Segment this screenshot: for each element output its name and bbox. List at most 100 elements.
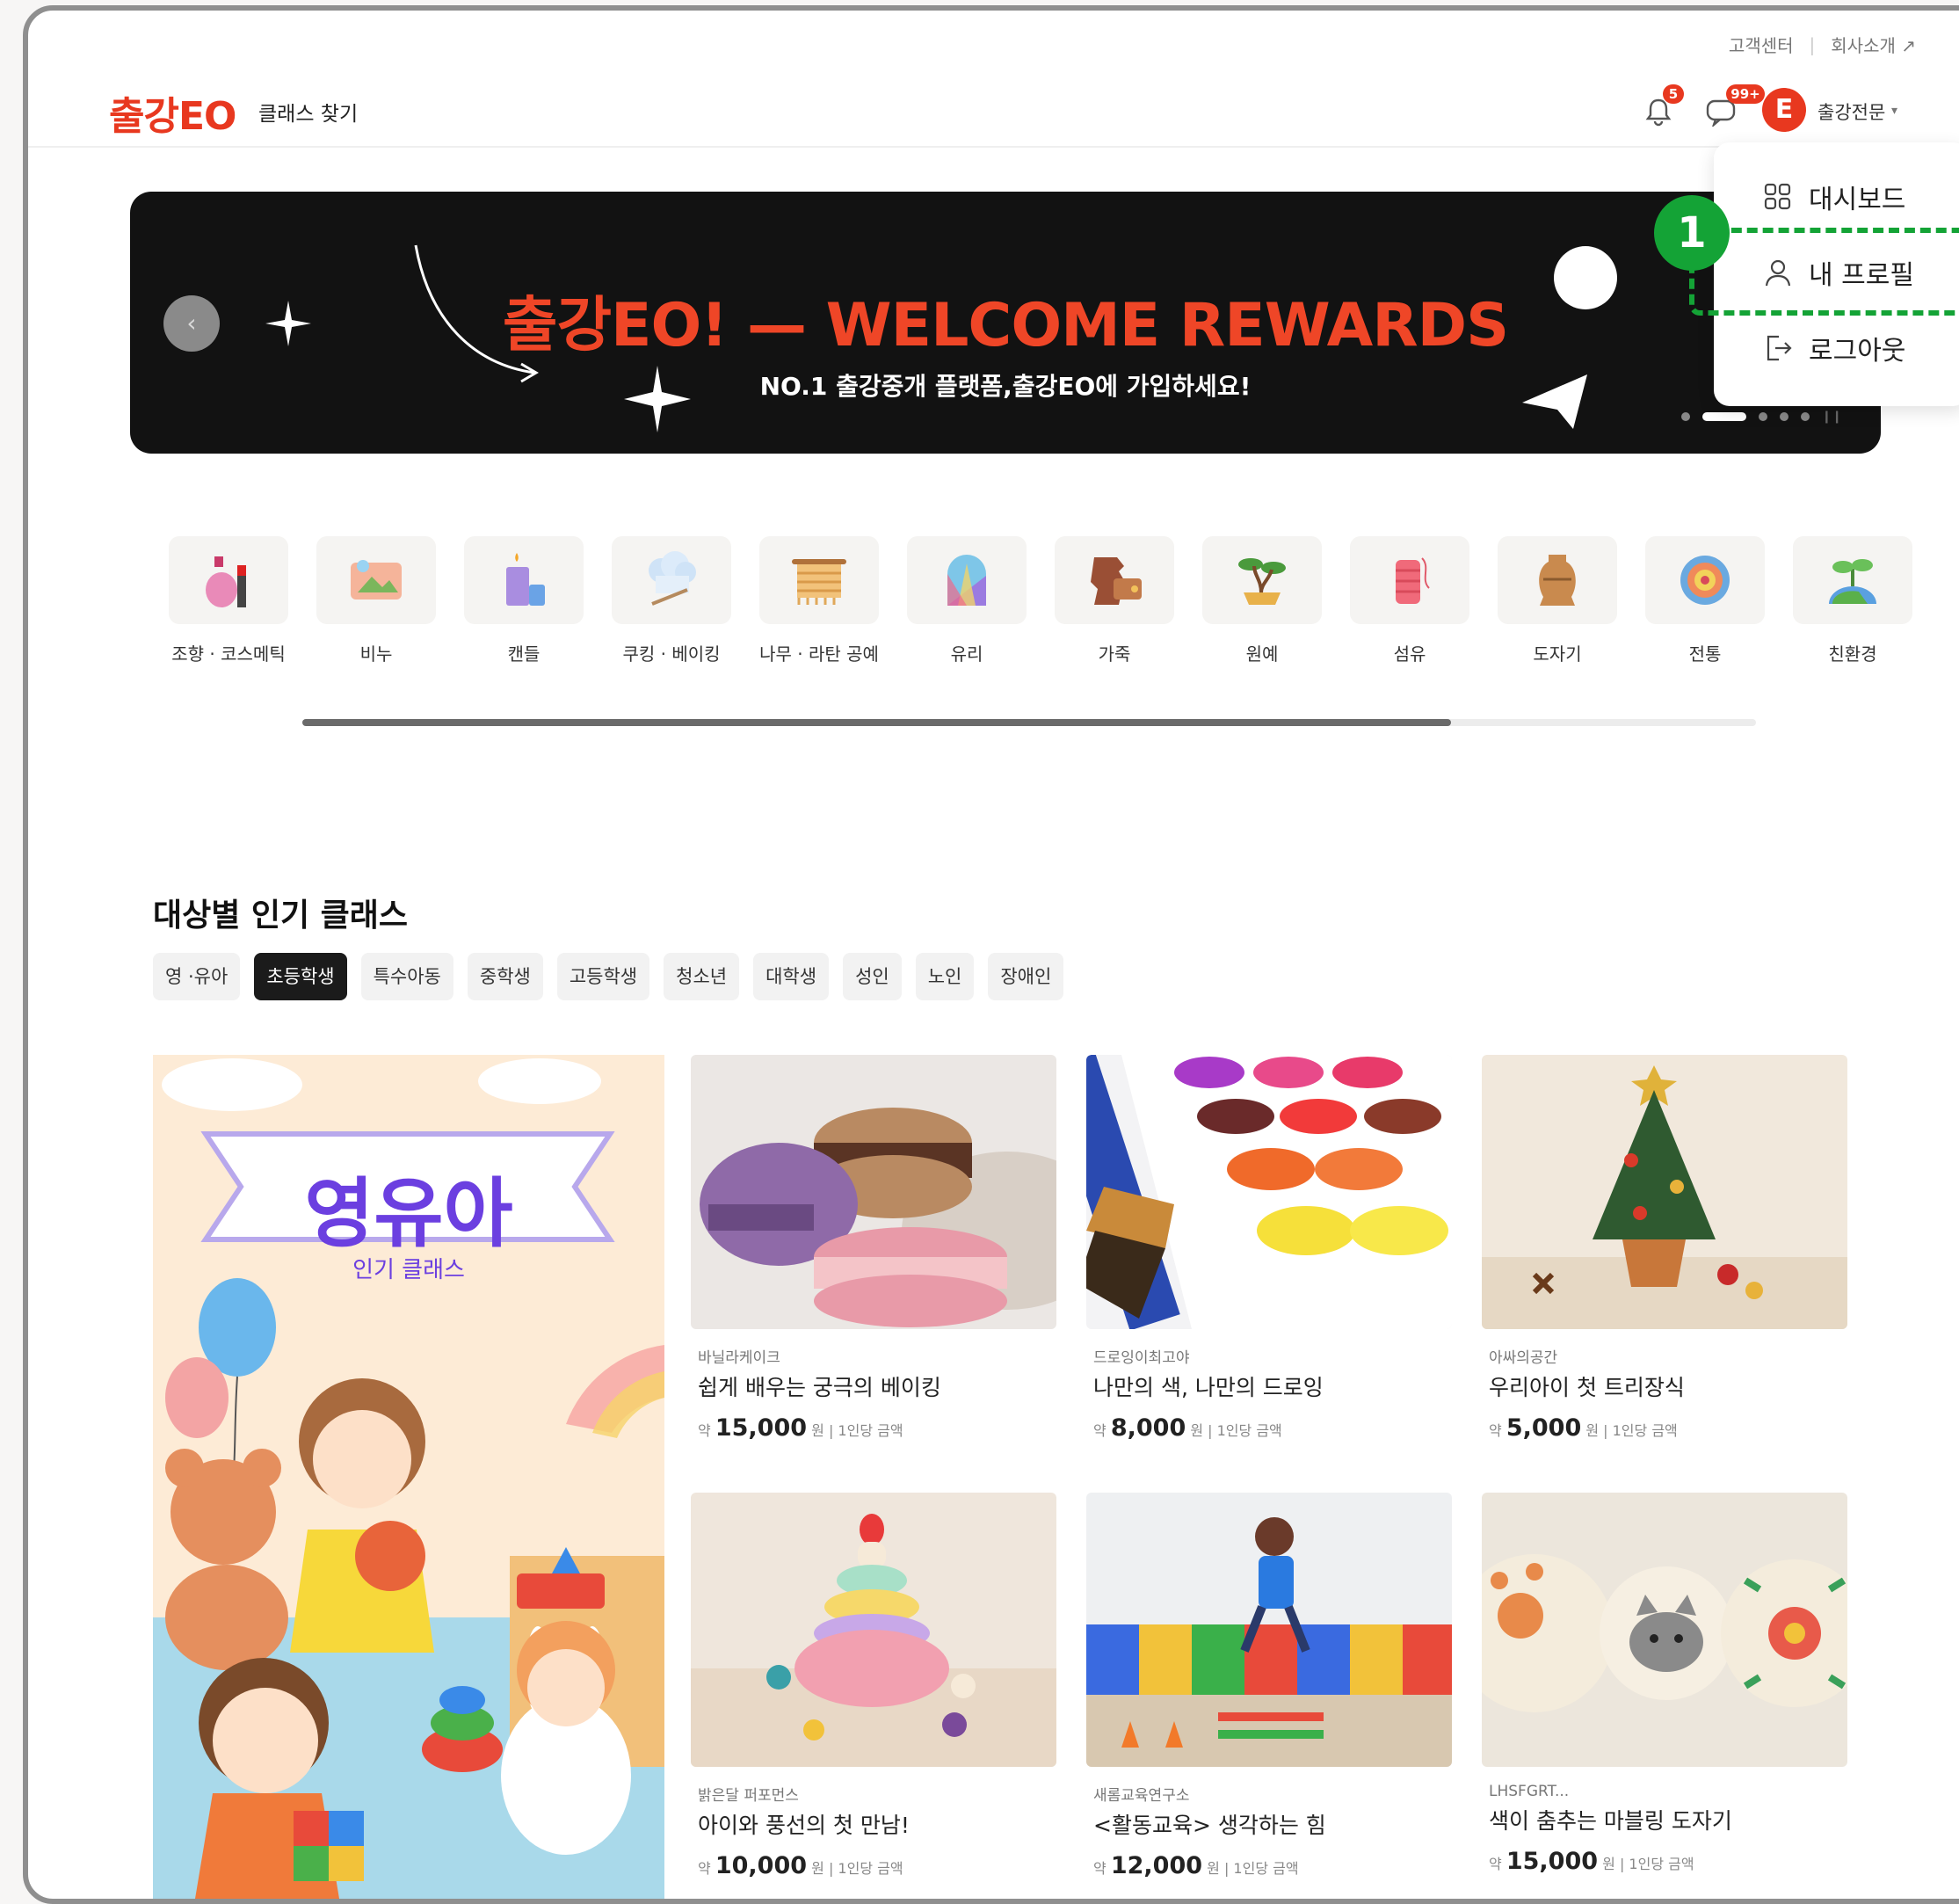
pottery-vase-icon [1539,555,1576,606]
class-card[interactable]: 바닐라케이크 쉽게 배우는 궁극의 베이킹 약 15,000 원 | 1인당 금… [691,1055,1056,1442]
class-card[interactable]: 밝은달 퍼포먼스 아이와 풍선의 첫 만남! 약 10,000 원 | 1인당 … [691,1493,1056,1879]
price-prefix: 약 [1093,1422,1106,1439]
filter-chip[interactable]: 성인 [843,953,902,1000]
category-item[interactable]: 원예 [1202,536,1322,665]
category-tile [1498,536,1617,624]
class-image [1482,1493,1847,1767]
menu-item-logout[interactable]: 로그아웃 [1763,331,1906,367]
promo-banner[interactable]: ‹ 출강EO! — WELCOME REWARDS NO.1 출강중개 플랫폼,… [130,192,1881,454]
pagination-dot[interactable] [1680,412,1690,421]
category-item[interactable]: 가죽 [1055,536,1174,665]
category-scrollbar[interactable] [302,719,1756,726]
price-prefix: 약 [698,1422,711,1439]
class-price: 약 10,000 원 | 1인당 금액 [698,1852,903,1879]
category-item[interactable]: 섬유 [1350,536,1469,665]
class-card[interactable]: 아싸의공간 우리아이 첫 트리장식 약 5,000 원 | 1인당 금액 [1482,1055,1847,1442]
chevron-down-icon[interactable]: ▾ [1891,104,1897,118]
class-shop-name: 밝은달 퍼포먼스 [698,1787,799,1805]
category-item[interactable]: 나무 · 라탄 공예 [759,536,879,665]
price-unit: 원 [811,1860,824,1877]
category-item[interactable]: 조향 · 코스메틱 [169,536,288,665]
filter-chip[interactable]: 청소년 [664,953,740,1000]
filter-chip[interactable]: 노인 [915,953,975,1000]
top-navigation: 출강EO 클래스 찾기 5 99+ E 출강전문 ▾ [28,63,1959,148]
filter-chip[interactable]: 중학생 [467,953,543,1000]
bonsai-icon [1238,558,1286,605]
category-item[interactable]: 유리 [907,536,1027,665]
category-label: 도자기 [1533,643,1582,665]
category-item[interactable]: 캔들 [464,536,584,665]
username-menu[interactable]: 출강전문 [1818,98,1885,125]
price-note: 1인당 금액 [1629,1856,1694,1872]
class-title: <활동교육> 생각하는 힘 [1093,1813,1326,1838]
category-list: 조향 · 코스메틱 비누 캔들 쿠킹 · 베이킹 나무 · 라탄 공예 유리 가… [169,536,1912,665]
watercolor-palette-photo [1086,1055,1452,1329]
avatar[interactable]: E [1762,88,1806,132]
filter-chip[interactable]: 대학생 [753,953,830,1000]
class-title: 나만의 색, 나만의 드로잉 [1093,1375,1324,1400]
filter-chip[interactable]: 장애인 [988,953,1064,1000]
category-item[interactable]: 도자기 [1498,536,1617,665]
category-item[interactable]: 전통 [1645,536,1765,665]
annotation-highlight-box [1689,228,1959,316]
leather-icon [1091,557,1142,605]
filter-chip[interactable]: 고등학생 [556,953,650,1000]
filter-chip[interactable]: 초등학생 [254,953,347,1000]
stained-glass-icon [947,555,986,606]
hero-title: 영유아 [304,1170,513,1258]
category-tile [1202,536,1322,624]
macaron-photo [691,1055,1056,1329]
category-tile [1350,536,1469,624]
category-label: 비누 [359,643,393,665]
class-image [691,1055,1056,1329]
divider: | [1809,33,1816,55]
category-tile [759,536,879,624]
price-value: 8,000 [1110,1414,1186,1442]
category-item[interactable]: 쿠킹 · 베이킹 [612,536,731,665]
pause-icon[interactable]: ❙❙ [1822,410,1842,424]
category-label: 전통 [1688,643,1722,665]
class-image [691,1493,1056,1767]
pagination-dot-active[interactable] [1701,412,1746,421]
class-card[interactable]: 새롬교육연구소 <활동교육> 생각하는 힘 약 12,000 원 | 1인당 금… [1086,1493,1452,1879]
category-tile [169,536,288,624]
banner-pagination: ❙❙ [1680,410,1842,424]
pagination-dot[interactable] [1758,412,1767,421]
menu-item-dashboard[interactable]: 대시보드 [1763,179,1905,215]
category-tile [1055,536,1174,624]
chef-hat-icon [649,551,696,606]
filter-chip[interactable]: 영 ·유아 [153,953,241,1000]
category-tile [907,536,1027,624]
category-tile [316,536,436,624]
category-label: 유리 [950,643,983,665]
dashboard-icon [1764,183,1791,210]
nav-find-classes[interactable]: 클래스 찾기 [258,97,358,127]
class-shop-name: 새롬교육연구소 [1093,1787,1190,1805]
pagination-dot[interactable] [1800,412,1810,421]
scrollbar-thumb[interactable] [302,719,1451,726]
about-link[interactable]: 회사소개 ↗ [1831,32,1916,57]
notification-count-badge: 5 [1663,84,1684,104]
category-label: 캔들 [507,643,541,665]
banner-subtitle: NO.1 출강중개 플랫폼,출강EO에 가입하세요! [759,372,1252,401]
soap-icon [351,560,402,600]
hero-feature-card[interactable]: 영유아 인기 클래스 [153,1055,664,1899]
price-note: 1인당 금액 [1612,1422,1678,1439]
category-tile [612,536,731,624]
site-logo[interactable]: 출강EO [109,84,236,141]
browser-frame: 고객센터 | 회사소개 ↗ 출강EO 클래스 찾기 5 99+ E 출강전문 ▾… [23,5,1959,1904]
pagination-dot[interactable] [1779,412,1788,421]
price-prefix: 약 [1489,1422,1502,1439]
support-link[interactable]: 고객센터 [1729,32,1794,57]
category-item[interactable]: 비누 [316,536,436,665]
category-item[interactable]: 친환경 [1793,536,1912,665]
class-card[interactable]: 드로잉이최고야 나만의 색, 나만의 드로잉 약 8,000 원 | 1인당 금… [1086,1055,1452,1442]
class-price: 약 15,000 원 | 1인당 금액 [1489,1848,1694,1875]
class-shop-name: 바닐라케이크 [698,1349,780,1367]
price-prefix: 약 [1489,1856,1502,1872]
price-unit: 원 [1190,1422,1204,1439]
menu-item-label: 로그아웃 [1809,336,1906,367]
class-card[interactable]: LHSFGRT... 색이 춤추는 마블링 도자기 약 15,000 원 | 1… [1482,1493,1847,1875]
filter-chip[interactable]: 특수아동 [360,953,453,1000]
category-label: 원예 [1245,643,1279,665]
